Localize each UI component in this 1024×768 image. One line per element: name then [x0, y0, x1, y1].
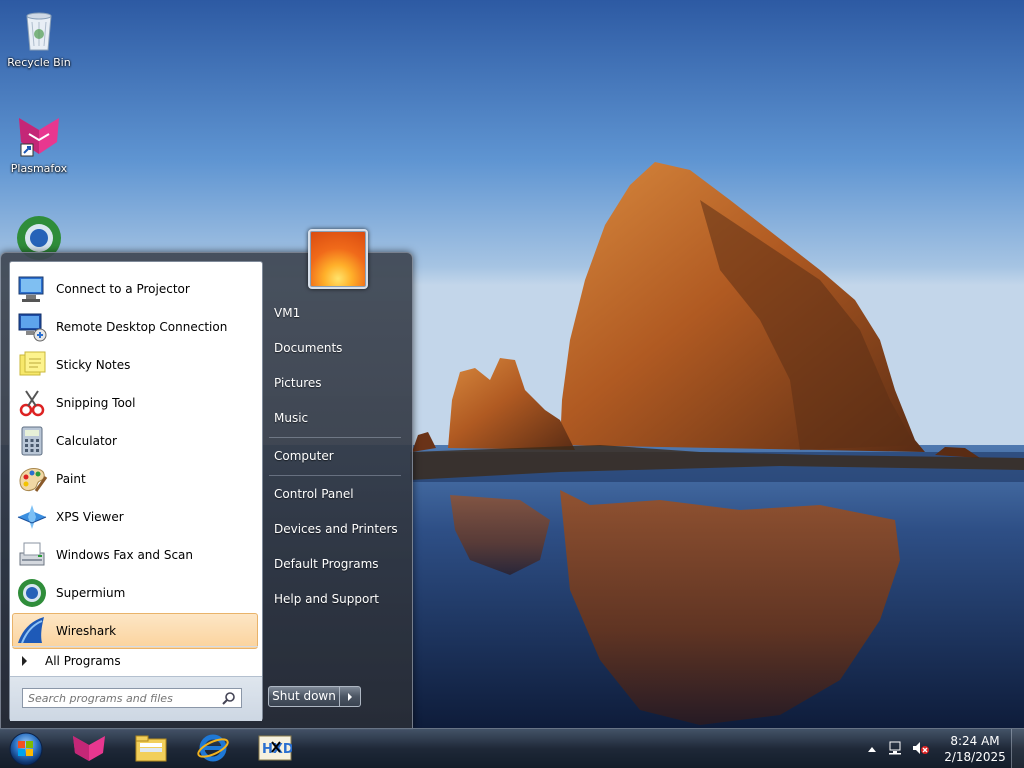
program-label: Remote Desktop Connection [56, 320, 228, 334]
hxd-icon: HXD [258, 734, 294, 765]
taskbar-plasmafox[interactable] [62, 732, 116, 766]
fax-scan-icon [16, 539, 48, 571]
start-menu: Connect to a Projector Remote Desktop Co… [0, 229, 413, 730]
program-xps-viewer[interactable]: XPS Viewer [12, 499, 258, 535]
calculator-icon [16, 425, 48, 457]
shutdown-group: Shut down [268, 686, 361, 707]
program-label: Windows Fax and Scan [56, 548, 194, 562]
file-explorer-icon [134, 733, 168, 766]
programs-pane: Connect to a Projector Remote Desktop Co… [9, 261, 263, 721]
program-label: Calculator [56, 434, 117, 448]
desktop-icon-plasmafox[interactable]: Plasmafox [1, 112, 77, 176]
taskbar-hxd[interactable]: HXD [248, 732, 302, 766]
taskbar-file-explorer[interactable] [124, 732, 178, 766]
wireshark-icon [16, 615, 48, 647]
search-icon[interactable] [222, 691, 236, 705]
desktop-icon-label: Recycle Bin [7, 56, 71, 69]
separator [269, 437, 401, 438]
sticky-notes-icon [16, 349, 48, 381]
supermium-icon [16, 577, 48, 609]
xps-viewer-icon [16, 501, 48, 533]
clock-date: 2/18/2025 [944, 750, 1006, 764]
place-label: VM1 [274, 306, 301, 320]
clock[interactable]: 8:24 AM 2/18/2025 [940, 733, 1010, 765]
all-programs-label: All Programs [45, 654, 121, 668]
user-picture[interactable] [308, 229, 368, 289]
place-label: Default Programs [274, 557, 379, 571]
place-default-programs[interactable]: Default Programs [267, 549, 403, 579]
program-remote-desktop[interactable]: Remote Desktop Connection [12, 309, 258, 345]
program-sticky-notes[interactable]: Sticky Notes [12, 347, 258, 383]
chevron-right-icon [22, 656, 27, 666]
place-control-panel[interactable]: Control Panel [267, 479, 403, 509]
desktop: Recycle Bin Plasmafox Connect to a Proje… [0, 0, 1024, 768]
place-label: Devices and Printers [274, 522, 398, 536]
separator [269, 475, 401, 476]
start-button[interactable] [6, 730, 46, 768]
place-label: Control Panel [274, 487, 354, 501]
place-label: Music [274, 411, 309, 425]
volume-muted-icon[interactable] [912, 740, 930, 759]
place-user-folder[interactable]: VM1 [267, 298, 403, 328]
show-desktop-button[interactable] [1011, 729, 1024, 768]
program-wireshark[interactable]: Wireshark [12, 613, 258, 649]
system-tray: 8:24 AM 2/18/2025 [868, 729, 1010, 768]
program-snipping-tool[interactable]: Snipping Tool [12, 385, 258, 421]
program-label: Snipping Tool [56, 396, 136, 410]
program-paint[interactable]: Paint [12, 461, 258, 497]
show-hidden-icons-icon[interactable] [868, 746, 876, 752]
projector-icon [16, 273, 48, 305]
program-connect-to-projector[interactable]: Connect to a Projector [12, 271, 258, 307]
program-label: Supermium [56, 586, 126, 600]
program-supermium[interactable]: Supermium [12, 575, 258, 611]
program-label: Wireshark [56, 624, 117, 638]
snipping-tool-icon [16, 387, 48, 419]
place-label: Help and Support [274, 592, 379, 606]
search-area [10, 676, 262, 721]
place-music[interactable]: Music [267, 403, 403, 433]
search-input[interactable] [22, 688, 242, 708]
plasmafox-icon [72, 733, 106, 766]
place-pictures[interactable]: Pictures [267, 368, 403, 398]
place-label: Computer [274, 449, 334, 463]
clock-time: 8:24 AM [950, 734, 1000, 748]
program-label: XPS Viewer [56, 510, 124, 524]
program-fax-and-scan[interactable]: Windows Fax and Scan [12, 537, 258, 573]
network-icon[interactable] [888, 740, 904, 759]
paint-icon [16, 463, 48, 495]
place-label: Documents [274, 341, 343, 355]
place-computer[interactable]: Computer [267, 441, 403, 471]
plasmafox-icon [15, 112, 63, 160]
program-calculator[interactable]: Calculator [12, 423, 258, 459]
taskbar: HXD 8:24 AM 2/18/2025 [0, 728, 1024, 768]
program-label: Paint [56, 472, 86, 486]
internet-explorer-icon [196, 733, 230, 766]
all-programs-button[interactable]: All Programs [12, 646, 258, 675]
remote-desktop-icon [16, 311, 48, 343]
place-label: Pictures [274, 376, 322, 390]
place-devices-and-printers[interactable]: Devices and Printers [267, 514, 403, 544]
recycle-bin-icon [15, 6, 63, 54]
shutdown-options-button[interactable] [340, 686, 361, 707]
chevron-right-icon [348, 692, 352, 701]
desktop-icon-label: Plasmafox [10, 162, 68, 175]
program-label: Connect to a Projector [56, 282, 190, 296]
place-documents[interactable]: Documents [267, 333, 403, 363]
desktop-icon-recycle-bin[interactable]: Recycle Bin [1, 6, 77, 70]
shutdown-button[interactable]: Shut down [268, 686, 340, 707]
taskbar-internet-explorer[interactable] [186, 732, 240, 766]
program-label: Sticky Notes [56, 358, 131, 372]
place-help-and-support[interactable]: Help and Support [267, 584, 403, 614]
